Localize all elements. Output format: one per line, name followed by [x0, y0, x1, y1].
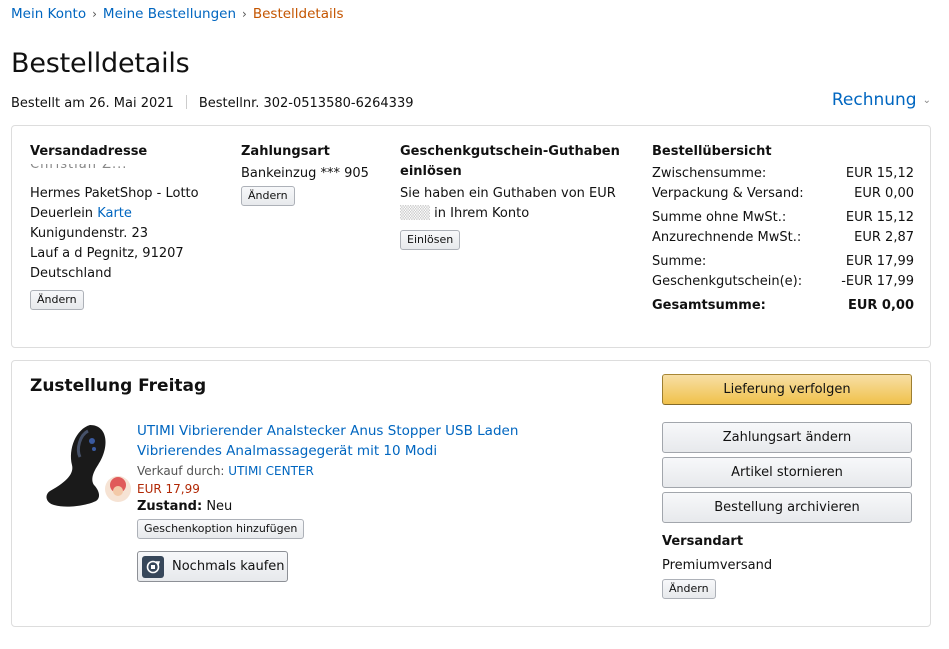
- product-price: EUR 17,99: [137, 482, 200, 496]
- breadcrumb-my-account[interactable]: Mein Konto: [11, 6, 86, 22]
- page-title: Bestelldetails: [11, 48, 190, 79]
- change-shipping-button[interactable]: Ändern: [662, 579, 716, 599]
- payment-section: Zahlungsart Bankeinzug *** 905 Ändern: [241, 142, 381, 206]
- address-line4: Lauf a d Pegnitz, 91207: [30, 246, 184, 261]
- change-payment-method-button[interactable]: Zahlungsart ändern: [662, 422, 912, 453]
- order-actions: Lieferung verfolgen Zahlungsart ändern A…: [662, 374, 912, 527]
- buy-again-label: Nochmals kaufen: [172, 559, 285, 574]
- invoice-label: Rechnung: [831, 90, 917, 110]
- address-line2: Deuerlein Karte: [30, 206, 132, 221]
- map-link[interactable]: Karte: [97, 206, 132, 221]
- summary-row: Anzurechnende MwSt.: EUR 2,87: [652, 230, 914, 245]
- change-address-button[interactable]: Ändern: [30, 290, 84, 310]
- payment-heading: Zahlungsart: [241, 144, 330, 159]
- shipping-method-section: Versandart Premiumversand Ändern: [662, 532, 912, 599]
- summary-total-row: Gesamtsumme: EUR 0,00: [652, 298, 914, 313]
- redeem-button[interactable]: Einlösen: [400, 230, 461, 250]
- cancel-items-button[interactable]: Artikel stornieren: [662, 457, 912, 488]
- gift-card-section: Geschenkgutschein-Guthaben einlösen Sie …: [400, 142, 635, 250]
- breadcrumb-my-orders[interactable]: Meine Bestellungen: [103, 6, 236, 22]
- order-date: Bestellt am 26. Mai 2021: [11, 96, 174, 111]
- invoice-dropdown[interactable]: Rechnung ⌄: [832, 90, 931, 110]
- summary-row: Zwischensumme: EUR 15,12: [652, 166, 914, 181]
- breadcrumb: Mein Konto › Meine Bestellungen › Bestelldet…: [11, 6, 344, 22]
- address-line5: Deutschland: [30, 266, 112, 281]
- meta-divider: [185, 95, 187, 109]
- buy-again-icon: [142, 555, 164, 578]
- track-package-button[interactable]: Lieferung verfolgen: [662, 374, 912, 405]
- delivery-heading: Zustellung Freitag: [30, 376, 207, 396]
- order-info-box: Versandadresse Christian Z... Hermes Pak…: [11, 125, 931, 348]
- chevron-down-icon: ⌄: [922, 95, 931, 106]
- address-line1: Hermes PaketShop - Lotto: [30, 186, 199, 201]
- gift-card-text: Sie haben ein Guthaben von EUR ▒▒▒ in Ih…: [400, 186, 616, 221]
- summary-row: Geschenkgutschein(e): -EUR 17,99: [652, 274, 914, 289]
- summary-row: Summe ohne MwSt.: EUR 15,12: [652, 210, 914, 225]
- product-seller: Verkauf durch: UTIMI CENTER: [137, 464, 314, 478]
- payment-method: Bankeinzug *** 905: [241, 166, 369, 181]
- change-payment-button[interactable]: Ändern: [241, 186, 295, 206]
- order-number: Bestellnr. 302-0513580-6264339: [198, 96, 414, 111]
- archive-order-button[interactable]: Bestellung archivieren: [662, 492, 912, 523]
- add-gift-option-button[interactable]: Geschenkoption hinzufügen: [137, 519, 305, 539]
- product-title-link[interactable]: UTIMI Vibrierender Analstecker Anus Stop…: [137, 421, 607, 461]
- shipping-address-heading: Versandadresse: [30, 144, 148, 159]
- shipping-method-value: Premiumversand: [662, 558, 773, 573]
- gift-card-heading: Geschenkgutschein-Guthaben einlösen: [400, 144, 620, 179]
- shipping-address-section: Versandadresse Christian Z... Hermes Pak…: [30, 142, 230, 310]
- delivery-box: Zustellung Freitag UTIMI Vibrierender An…: [11, 360, 931, 627]
- seller-link[interactable]: UTIMI CENTER: [228, 464, 314, 478]
- order-summary-section: Bestellübersicht Zwischensumme: EUR 15,12…: [652, 142, 914, 316]
- shipping-method-heading: Versandart: [662, 534, 744, 549]
- product-condition: Zustand: Neu: [137, 499, 233, 514]
- address-line3: Kunigundenstr. 23: [30, 226, 149, 241]
- buy-again-button[interactable]: Nochmals kaufen: [137, 551, 288, 582]
- summary-row: Verpackung & Versand: EUR 0,00: [652, 186, 914, 201]
- order-summary-heading: Bestellübersicht: [652, 144, 772, 159]
- breadcrumb-current: Bestelldetails: [252, 6, 344, 22]
- product-details: UTIMI Vibrierender Analstecker Anus Stop…: [137, 421, 607, 539]
- breadcrumb-separator: ›: [92, 7, 97, 21]
- recipient-name: Christian Z...: [30, 164, 128, 172]
- product-image[interactable]: [38, 421, 138, 516]
- breadcrumb-separator: ›: [242, 7, 247, 21]
- summary-row: Summe: EUR 17,99: [652, 254, 914, 269]
- order-meta: Bestellt am 26. Mai 2021 Bestellnr. 302-0…: [11, 95, 413, 111]
